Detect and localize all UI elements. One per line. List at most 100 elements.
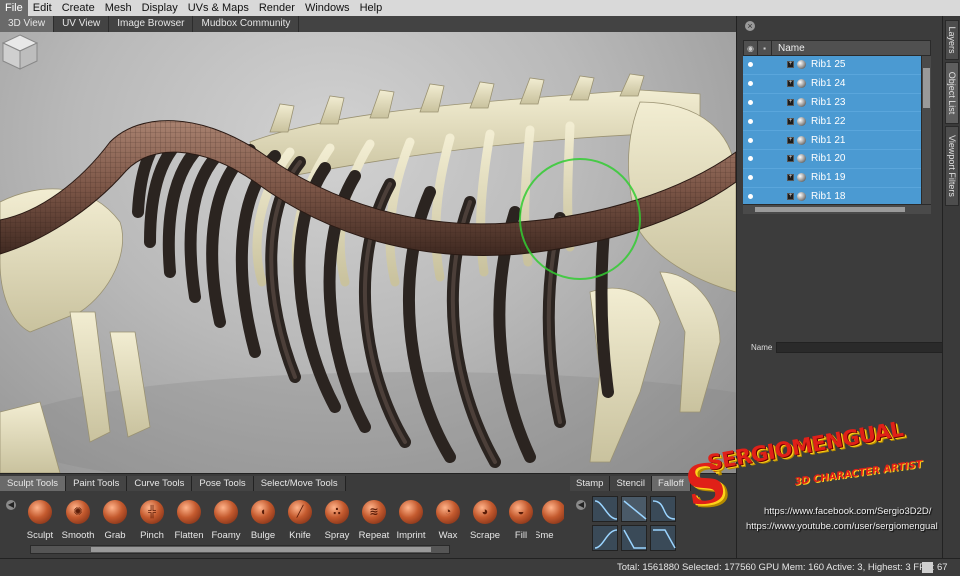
menu-uvs-maps[interactable]: UVs & Maps — [183, 0, 254, 16]
visibility-dot-icon[interactable] — [748, 99, 753, 105]
expand-icon[interactable]: + — [787, 61, 794, 69]
visibility-dot-icon[interactable] — [748, 137, 753, 143]
tab-layers[interactable]: Layers — [945, 20, 959, 60]
scrollbar-thumb[interactable] — [755, 207, 905, 212]
tab-image-browser[interactable]: Image Browser — [109, 16, 194, 32]
falloff-preset[interactable] — [621, 496, 647, 522]
list-item[interactable]: + Rib1 25 — [743, 56, 921, 75]
flatten-brush-icon — [177, 500, 201, 524]
falloff-curve-icon — [653, 529, 676, 549]
expand-icon[interactable]: + — [787, 136, 794, 144]
tab-pose-tools[interactable]: Pose Tools — [192, 476, 254, 491]
mesh-object-icon — [797, 79, 806, 89]
tab-stamp[interactable]: Stamp — [570, 476, 611, 491]
view-cube-icon[interactable] — [0, 32, 40, 72]
menu-windows[interactable]: Windows — [300, 0, 355, 16]
visibility-dot-icon[interactable] — [748, 118, 753, 124]
object-name: Rib1 19 — [811, 172, 846, 184]
visibility-dot-icon[interactable] — [748, 62, 753, 68]
sculpt-scene — [0, 73, 736, 473]
close-icon[interactable]: × — [745, 21, 755, 31]
tab-3d-view[interactable]: 3D View — [0, 16, 55, 32]
status-square-icon[interactable] — [922, 562, 933, 573]
tab-paint-tools[interactable]: Paint Tools — [66, 476, 128, 491]
list-item[interactable]: + Rib1 24 — [743, 75, 921, 94]
name-field[interactable] — [776, 342, 957, 353]
column-name[interactable]: Name — [772, 43, 805, 54]
falloff-curve-icon — [652, 500, 676, 520]
tool-tray-scrollbar[interactable] — [30, 545, 450, 554]
tab-select-move-tools[interactable]: Select/Move Tools — [253, 476, 346, 491]
expand-icon[interactable]: + — [787, 174, 794, 182]
object-name: Rib1 25 — [811, 59, 846, 71]
falloff-preset[interactable] — [592, 525, 618, 551]
falloff-curve-icon — [623, 500, 647, 520]
tab-object-list-label: Object List — [947, 71, 957, 115]
sculpt-brush-icon — [28, 500, 52, 524]
tool-smear[interactable]: Sme — [536, 496, 564, 546]
tab-layers-label: Layers — [947, 26, 957, 54]
expand-icon[interactable]: + — [787, 117, 794, 125]
object-name: Rib1 20 — [811, 153, 846, 165]
fill-brush-icon: ◒ — [509, 500, 533, 524]
object-list: + Rib1 25 + Rib1 24 + Rib1 23 + Rib1 22 + Rib… — [743, 56, 921, 204]
list-item[interactable]: + Rib1 18 — [743, 188, 921, 204]
stamp-tabs: Stamp Stencil Falloff — [570, 476, 691, 491]
expand-icon[interactable]: + — [787, 98, 794, 106]
watermark-youtube-link: https://www.youtube.com/user/sergiomengu… — [746, 521, 938, 532]
viewport-tabs: 3D View UV View Image Browser Mudbox Com… — [0, 16, 736, 32]
falloff-preset[interactable] — [592, 496, 618, 522]
list-item[interactable]: + Rib1 23 — [743, 94, 921, 113]
menu-create[interactable]: Create — [57, 0, 100, 16]
list-item[interactable]: + Rib1 19 — [743, 169, 921, 188]
list-item[interactable]: + Rib1 20 — [743, 150, 921, 169]
viewport-3d[interactable] — [0, 32, 736, 473]
lock-column-icon[interactable]: ▪ — [758, 41, 772, 55]
mesh-object-icon — [797, 154, 806, 164]
scrollbar-thumb[interactable] — [923, 68, 930, 108]
stamp-scroll-left-icon[interactable]: ◀ — [576, 500, 586, 510]
tab-curve-tools[interactable]: Curve Tools — [127, 476, 193, 491]
falloff-preset[interactable] — [650, 525, 676, 551]
object-name: Rib1 24 — [811, 78, 846, 90]
tool-sculpt[interactable]: Sculpt — [22, 496, 58, 546]
grab-brush-icon — [103, 500, 127, 524]
knife-brush-icon: ╱ — [288, 500, 312, 524]
tab-viewport-filters[interactable]: Viewport Filters — [945, 126, 959, 206]
list-item[interactable]: + Rib1 21 — [743, 131, 921, 150]
falloff-preset[interactable] — [621, 525, 647, 551]
falloff-preset[interactable] — [650, 496, 676, 522]
menu-edit[interactable]: Edit — [28, 0, 57, 16]
tab-mudbox-community[interactable]: Mudbox Community — [193, 16, 300, 32]
scrollbar-thumb[interactable] — [91, 547, 431, 552]
artist-watermark: S SERGIOMENGUAL 3D CHARACTER ARTIST http… — [676, 417, 960, 552]
object-name: Rib1 18 — [811, 190, 846, 202]
expand-icon[interactable]: + — [787, 80, 794, 88]
status-text: Total: 1561880 Selected: 177560 GPU Mem:… — [617, 562, 948, 573]
tool-fill[interactable]: ◒ Fill — [503, 496, 539, 546]
tab-uv-view[interactable]: UV View — [54, 16, 110, 32]
menu-file[interactable]: File — [0, 0, 28, 16]
visibility-dot-icon[interactable] — [748, 175, 753, 181]
tab-sculpt-tools[interactable]: Sculpt Tools — [0, 476, 67, 491]
object-list-hscroll[interactable] — [743, 204, 931, 214]
visibility-dot-icon[interactable] — [748, 193, 753, 199]
menu-mesh[interactable]: Mesh — [100, 0, 137, 16]
expand-icon[interactable]: + — [787, 192, 794, 200]
expand-icon[interactable]: + — [787, 155, 794, 163]
mesh-object-icon — [797, 191, 806, 201]
object-list-vscroll[interactable] — [921, 56, 931, 204]
tab-stencil[interactable]: Stencil — [610, 476, 652, 491]
name-label: Name — [751, 343, 773, 352]
visibility-dot-icon[interactable] — [748, 81, 753, 87]
tray-tabs: Sculpt Tools Paint Tools Curve Tools Pos… — [0, 476, 346, 491]
visibility-column-icon[interactable]: ◉ — [744, 41, 758, 55]
tab-object-list[interactable]: Object List — [945, 62, 959, 124]
menu-help[interactable]: Help — [355, 0, 388, 16]
object-name: Rib1 23 — [811, 96, 846, 108]
menu-display[interactable]: Display — [137, 0, 183, 16]
visibility-dot-icon[interactable] — [748, 156, 753, 162]
list-item[interactable]: + Rib1 22 — [743, 112, 921, 132]
menu-render[interactable]: Render — [254, 0, 300, 16]
menu-bar: File Edit Create Mesh Display UVs & Maps… — [0, 0, 960, 16]
